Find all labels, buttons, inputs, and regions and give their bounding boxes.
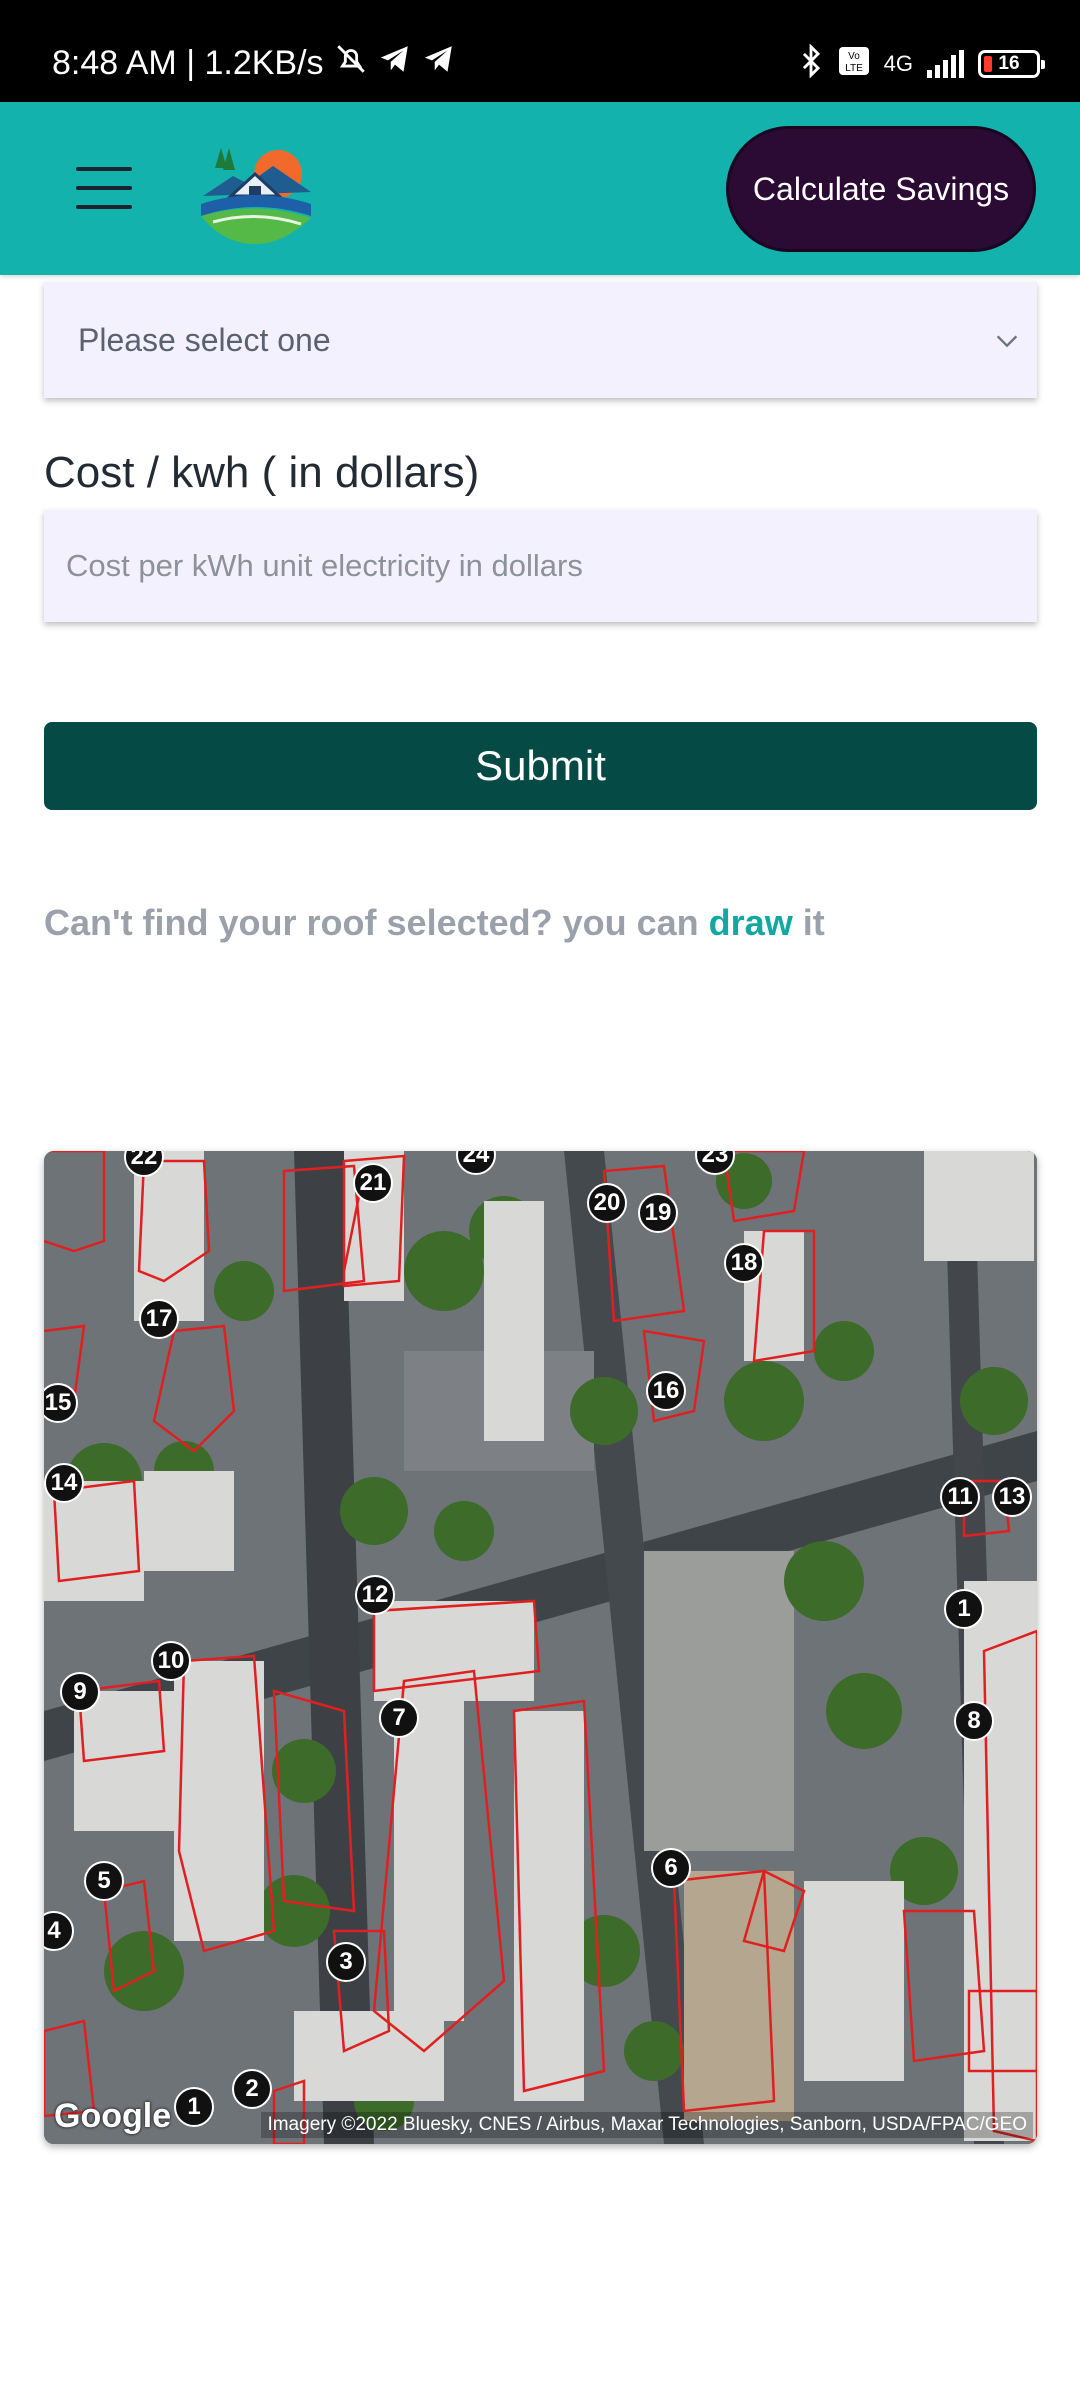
cost-label: Cost / kwh ( in dollars) (44, 448, 480, 497)
draw-link[interactable]: draw (709, 902, 793, 943)
roof-marker[interactable]: 9 (60, 1672, 100, 1712)
roof-marker[interactable]: 8 (954, 1701, 994, 1741)
roof-marker[interactable]: 14 (44, 1463, 84, 1503)
roof-marker[interactable]: 12 (355, 1575, 395, 1615)
calculate-savings-button[interactable]: Calculate Savings (726, 126, 1036, 252)
submit-button[interactable]: Submit (44, 722, 1037, 810)
roof-marker[interactable]: 2 (232, 2069, 272, 2109)
draw-roof-hint: Can't find your roof selected? you can d… (44, 902, 825, 944)
map-attribution: Imagery ©2022 Bluesky, CNES / Airbus, Ma… (261, 2112, 1033, 2138)
roof-marker[interactable]: 1 (174, 2087, 214, 2127)
roof-select-value: Please select one (78, 321, 331, 358)
roof-marker[interactable]: 3 (326, 1942, 366, 1982)
mute-bell-icon (334, 42, 368, 85)
status-left: 8:48 AM | 1.2KB/s (52, 42, 456, 85)
chevron-down-icon (993, 326, 1021, 354)
roof-marker[interactable]: 5 (84, 1861, 124, 1901)
battery-level: 16 (998, 53, 1020, 74)
status-time: 8:48 AM | 1.2KB/s (52, 44, 324, 82)
roof-marker[interactable]: 18 (724, 1243, 764, 1283)
google-logo: Google (54, 2097, 172, 2135)
roof-marker[interactable]: 11 (940, 1477, 980, 1517)
roof-marker[interactable]: 20 (587, 1183, 627, 1223)
roof-select[interactable]: Please select one (44, 282, 1037, 398)
network-type: 4G (883, 51, 913, 76)
roof-marker[interactable]: 10 (151, 1641, 191, 1681)
menu-icon[interactable] (76, 167, 132, 209)
volte-icon: Vo LTE (838, 46, 870, 82)
roof-marker[interactable]: 19 (638, 1193, 678, 1233)
roof-marker[interactable]: 7 (379, 1698, 419, 1738)
roof-marker[interactable]: 1 (944, 1589, 984, 1629)
roof-marker[interactable]: 6 (651, 1848, 691, 1888)
satellite-map[interactable]: 1 2 3 4 5 6 7 8 9 10 11 12 13 14 15 16 1… (44, 1151, 1037, 2144)
house-sun-logo[interactable] (193, 126, 319, 252)
roof-marker[interactable]: 13 (992, 1477, 1032, 1517)
hint-prefix: Can't find your roof selected? you can (44, 902, 699, 943)
status-right: Vo LTE 4G 16 (798, 43, 1045, 84)
svg-text:Vo: Vo (848, 51, 860, 62)
roof-marker[interactable]: 16 (646, 1371, 686, 1411)
battery-icon: 16 (978, 50, 1045, 78)
status-bar: 8:48 AM | 1.2KB/s Vo LTE 4G 16 (0, 0, 1080, 102)
satellite-imagery (44, 1151, 1037, 2144)
signal-icon (927, 50, 964, 78)
telegram-icon-2 (422, 42, 456, 85)
cost-per-kwh-input[interactable] (44, 510, 1037, 622)
bluetooth-icon (798, 43, 824, 84)
roof-marker[interactable]: 21 (353, 1163, 393, 1203)
svg-text:LTE: LTE (845, 63, 863, 74)
telegram-icon (378, 42, 412, 85)
hint-suffix: it (802, 902, 825, 943)
roof-marker[interactable]: 17 (139, 1299, 179, 1339)
app-header: Calculate Savings (0, 102, 1080, 275)
